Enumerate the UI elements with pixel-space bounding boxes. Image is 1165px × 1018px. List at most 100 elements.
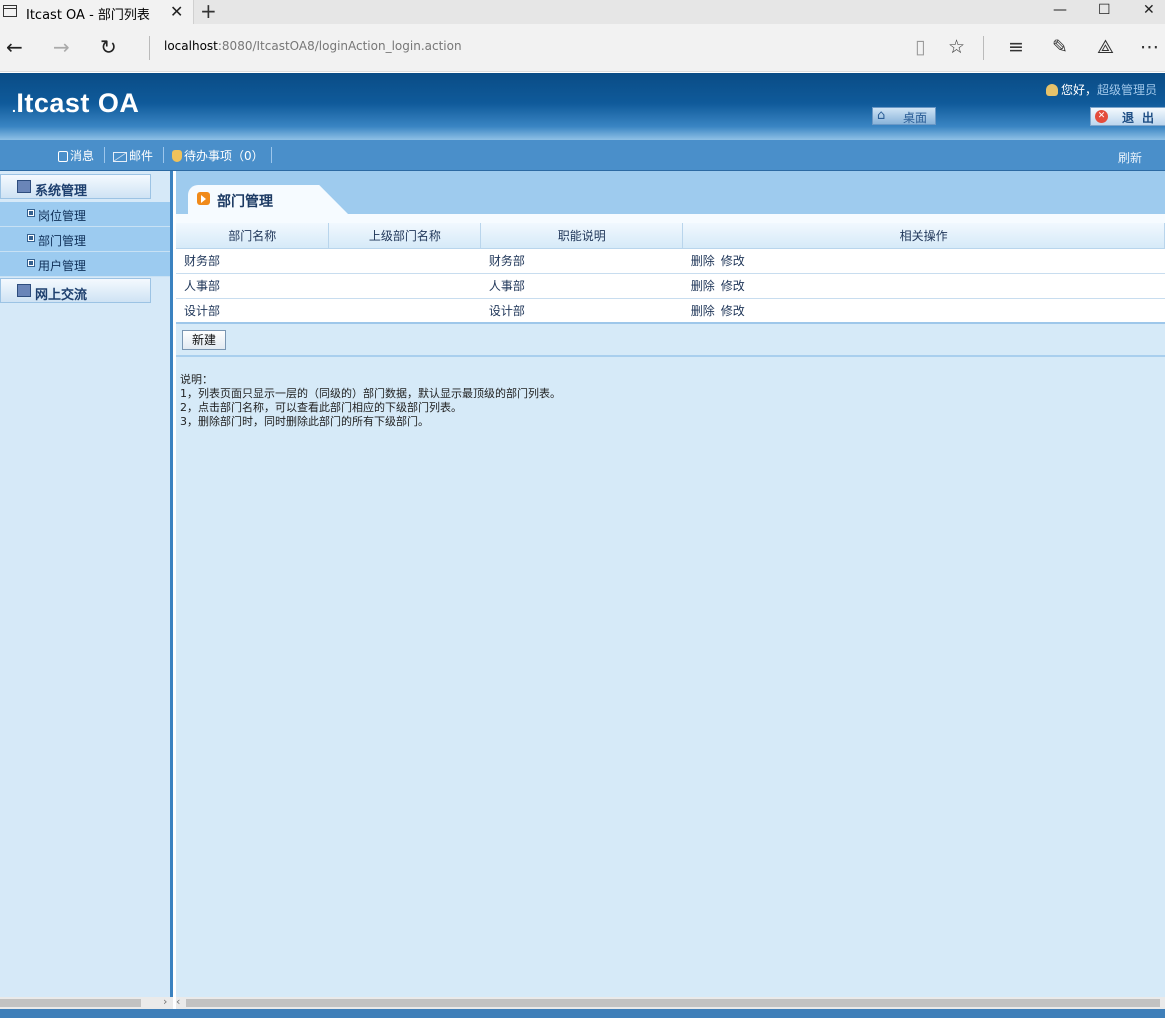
scroll-thumb[interactable]	[0, 999, 141, 1007]
title-strip: 部门管理	[176, 171, 1165, 214]
close-tab-icon[interactable]: ✕	[170, 2, 183, 21]
divider	[176, 355, 1165, 357]
home-icon: ⌂	[877, 108, 886, 123]
mail-icon	[113, 152, 127, 162]
divider	[104, 147, 105, 163]
message-icon	[58, 151, 68, 162]
note-line: 3，删除部门时，同时删除此部门的所有下级部门。	[180, 415, 429, 428]
nav-mail[interactable]: 邮件	[113, 147, 153, 164]
page-title: 部门管理	[217, 194, 273, 210]
divider	[271, 147, 272, 163]
ops-cell: 删除 修改	[682, 298, 1165, 324]
col-header-ops: 相关操作	[682, 223, 1165, 249]
favorite-star-icon[interactable]: ☆	[948, 36, 965, 58]
sidebar-item-departments[interactable]: 部门管理	[0, 227, 170, 252]
page-icon	[3, 5, 17, 17]
maximize-icon[interactable]: ☐	[1098, 2, 1111, 18]
delete-link[interactable]: 删除	[691, 304, 715, 318]
ops-cell: 删除 修改	[682, 248, 1165, 274]
folder-cube-icon	[17, 284, 31, 297]
sidebar-group-system[interactable]: 系统管理	[0, 174, 151, 199]
app-header: .Itcast OA 您好，超级管理员 ⌂ 桌面 ✕ 退出	[0, 73, 1165, 140]
dept-name-link[interactable]: 人事部	[176, 273, 329, 299]
logout-button[interactable]: ✕ 退出	[1090, 107, 1165, 126]
forward-icon[interactable]: →	[53, 36, 70, 58]
scroll-left-icon[interactable]: ‹	[176, 995, 180, 1008]
scroll-thumb[interactable]	[186, 999, 1160, 1007]
main-content: 部门管理 部门名称 上级部门名称 职能说明 相关操作 财务部 财务部 删除 修改 …	[176, 171, 1165, 997]
arrow-right-icon	[197, 192, 210, 205]
hub-icon[interactable]: ≡	[1008, 36, 1024, 58]
table-row: 财务部 财务部 删除 修改	[176, 248, 1165, 274]
notes: 说明： 1，列表页面只显示一层的（同级的）部门数据，默认显示最顶级的部门列表。 …	[180, 373, 561, 429]
main-horizontal-scrollbar[interactable]: ‹	[176, 995, 1165, 1009]
edit-link[interactable]: 修改	[721, 279, 745, 293]
dept-name-link[interactable]: 设计部	[176, 298, 329, 324]
table-header-row: 部门名称 上级部门名称 职能说明 相关操作	[176, 223, 1165, 249]
dept-desc: 设计部	[480, 298, 683, 324]
more-icon[interactable]: ⋯	[1140, 36, 1159, 58]
nav-messages[interactable]: 消息	[58, 147, 94, 164]
user-greeting: 您好，超级管理员	[1046, 81, 1157, 98]
share-icon[interactable]: ⟁	[1097, 36, 1114, 58]
dept-desc: 财务部	[480, 248, 683, 274]
browser-tab[interactable]: Itcast OA - 部门列表 ✕	[0, 0, 194, 24]
sidebar-horizontal-scrollbar[interactable]: ›	[0, 995, 173, 1009]
refresh-icon[interactable]: ↻	[100, 36, 117, 58]
edit-link[interactable]: 修改	[721, 304, 745, 318]
ops-cell: 删除 修改	[682, 273, 1165, 299]
close-window-icon[interactable]: ✕	[1143, 2, 1155, 18]
delete-link[interactable]: 删除	[691, 254, 715, 268]
table-row: 设计部 设计部 删除 修改	[176, 298, 1165, 324]
browser-tabbar: Itcast OA - 部门列表 ✕ + — ☐ ✕	[0, 0, 1165, 24]
refresh-link[interactable]: 刷新	[1118, 149, 1142, 166]
user-icon	[1046, 84, 1058, 96]
logout-icon: ✕	[1095, 110, 1108, 123]
new-tab-icon[interactable]: +	[200, 0, 217, 22]
divider	[149, 36, 150, 60]
sidebar-item-users[interactable]: 用户管理	[0, 252, 170, 277]
hand-icon	[172, 150, 182, 162]
department-table: 部门名称 上级部门名称 职能说明 相关操作 财务部 财务部 删除 修改 人事部 人…	[176, 223, 1165, 324]
back-icon[interactable]: ←	[6, 36, 23, 58]
new-button[interactable]: 新建	[182, 330, 226, 350]
tab-title: Itcast OA - 部门列表	[26, 8, 150, 23]
minimize-icon[interactable]: —	[1053, 2, 1067, 18]
scroll-right-icon[interactable]: ›	[163, 995, 167, 1008]
table-row: 人事部 人事部 删除 修改	[176, 273, 1165, 299]
edit-link[interactable]: 修改	[721, 254, 745, 268]
page-title-tab: 部门管理	[188, 185, 348, 214]
bullet-icon	[27, 234, 35, 242]
username: 超级管理员	[1097, 83, 1158, 97]
divider	[163, 147, 164, 163]
nav-todo[interactable]: 待办事项（0）	[172, 147, 264, 164]
desktop-button[interactable]: ⌂ 桌面	[872, 107, 936, 125]
bullet-icon	[27, 209, 35, 217]
note-line: 1，列表页面只显示一层的（同级的）部门数据，默认显示最顶级的部门列表。	[180, 387, 561, 400]
delete-link[interactable]: 删除	[691, 279, 715, 293]
divider	[176, 214, 1165, 223]
parent-name	[328, 298, 481, 324]
note-line: 2，点击部门名称，可以查看此部门相应的下级部门列表。	[180, 401, 462, 414]
folder-cube-icon	[17, 180, 31, 193]
divider	[983, 36, 984, 60]
parent-name	[328, 248, 481, 274]
bullet-icon	[27, 259, 35, 267]
status-bar	[0, 1009, 1165, 1018]
sidebar-group-online[interactable]: 网上交流	[0, 278, 151, 303]
col-header-desc: 职能说明	[480, 223, 684, 249]
dept-desc: 人事部	[480, 273, 683, 299]
top-nav: 消息 邮件 待办事项（0） 刷新	[0, 140, 1165, 171]
logo: .Itcast OA	[12, 88, 140, 118]
notes-heading: 说明：	[180, 373, 213, 386]
web-note-icon[interactable]: ✎	[1052, 36, 1068, 58]
col-header-parent: 上级部门名称	[328, 223, 482, 249]
url-field[interactable]: localhost:8080/ItcastOA8/loginAction_log…	[164, 39, 462, 53]
sidebar: 系统管理 岗位管理 部门管理 用户管理 网上交流	[0, 171, 173, 997]
sidebar-item-positions[interactable]: 岗位管理	[0, 202, 170, 227]
col-header-name: 部门名称	[176, 223, 330, 249]
dept-name-link[interactable]: 财务部	[176, 248, 329, 274]
address-bar: ← → ↻ localhost:8080/ItcastOA8/loginActi…	[0, 24, 1165, 72]
reading-view-icon[interactable]: ▯	[915, 36, 925, 58]
parent-name	[328, 273, 481, 299]
